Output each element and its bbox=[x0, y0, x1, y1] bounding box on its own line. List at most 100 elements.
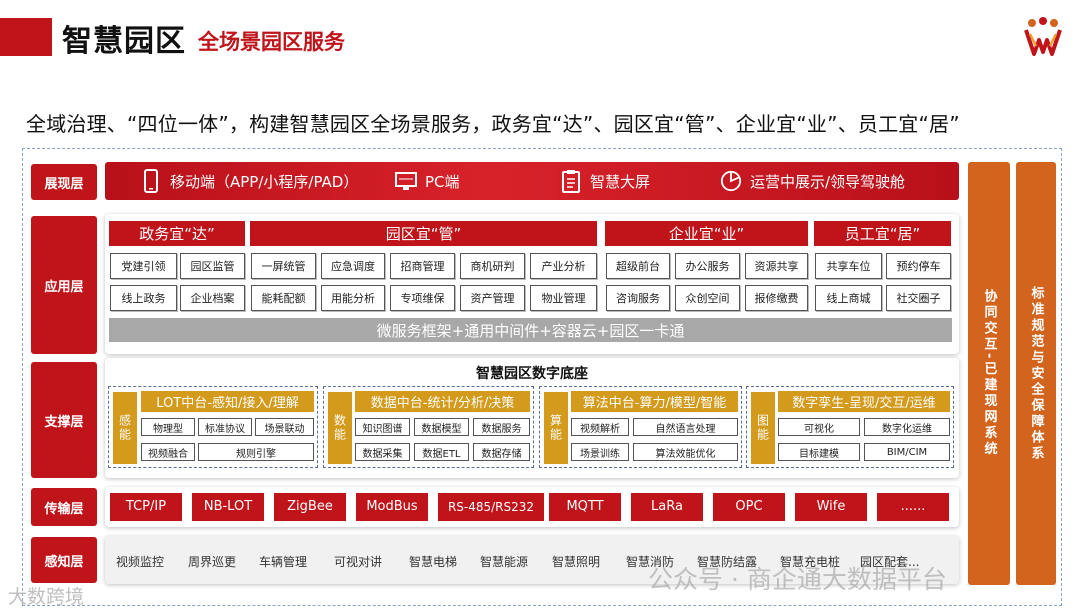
transport-cell: LaRa bbox=[631, 493, 703, 521]
presentation-label: 移动端（APP/小程序/PAD） bbox=[170, 172, 359, 191]
transport-cell: Wife bbox=[795, 493, 867, 521]
page-subtitle: 全场景园区服务 bbox=[198, 30, 345, 54]
support-cell: 数字化运维 bbox=[864, 418, 950, 436]
support-title: 智慧园区数字底座 bbox=[476, 366, 588, 382]
transport-cell: OPC bbox=[713, 493, 785, 521]
layer-label-support: 支撑层 bbox=[31, 362, 97, 478]
support-group-head: 算法中台-算力/模型/智能 bbox=[571, 391, 738, 412]
support-cell: 可视化 bbox=[778, 418, 860, 436]
app-cell: 招商管理 bbox=[390, 253, 455, 279]
app-cell: 能耗配额 bbox=[251, 285, 316, 311]
app-head-enterprise: 企业宜“业” bbox=[605, 221, 808, 246]
middleware-bar: 微服务框架+通用中间件+容器云+园区一卡通 bbox=[109, 318, 952, 342]
mobile-icon bbox=[144, 169, 158, 193]
support-group-head: 数字孪生-呈现/交互/运维 bbox=[778, 391, 950, 412]
app-cell: 预约停车 bbox=[886, 253, 951, 279]
watermark-official-account: 公众号 · 商企通大数据平台 bbox=[648, 565, 947, 594]
app-cell: 一屏统管 bbox=[251, 253, 316, 279]
perception-item: 视频监控 bbox=[116, 555, 165, 569]
support-cell: 数据模型 bbox=[414, 418, 469, 436]
transport-cell: ZigBee bbox=[274, 493, 346, 521]
app-cell: 专项维保 bbox=[390, 285, 455, 311]
watermark-brand: 大数跨境 bbox=[8, 586, 85, 608]
support-tag: 感能 bbox=[113, 392, 137, 464]
perception-item: 智慧照明 bbox=[552, 555, 601, 569]
presentation-item-pc: PC端 bbox=[395, 169, 460, 193]
support-cell: 算法效能优化 bbox=[633, 443, 738, 461]
support-group-head: LOT中台-感知/接入/理解 bbox=[141, 391, 314, 412]
app-head-park: 园区宜“管” bbox=[250, 221, 597, 246]
transport-cell: MQTT bbox=[549, 493, 621, 521]
transport-cell: ModBus bbox=[356, 493, 428, 521]
layer-label-perception: 感知层 bbox=[31, 537, 97, 583]
monitor-icon bbox=[395, 172, 417, 190]
pie-chart-icon bbox=[720, 170, 742, 192]
transport-cell: ...... bbox=[877, 493, 949, 521]
support-cell: 规则引擎 bbox=[198, 443, 314, 461]
app-cell: 园区监管 bbox=[180, 253, 245, 279]
support-cell: 自然语言处理 bbox=[633, 418, 738, 436]
presentation-bar: 移动端（APP/小程序/PAD） PC端 智慧大屏 运营中展示/领导驾驶舱 bbox=[105, 162, 959, 200]
standards-security-bar: 标准规范与安全保障体系 bbox=[1016, 162, 1056, 585]
app-cell: 线上政务 bbox=[110, 285, 177, 311]
support-cell: 场景联动 bbox=[255, 418, 314, 436]
layer-label-transport: 传输层 bbox=[31, 488, 97, 526]
support-cell: 标准协议 bbox=[198, 418, 252, 436]
perception-item: 智慧能源 bbox=[480, 555, 529, 569]
support-cell: 数据采集 bbox=[355, 443, 410, 461]
perception-item: 可视对讲 bbox=[334, 555, 383, 569]
support-cell: 视频解析 bbox=[571, 418, 629, 436]
support-cell: 场景训练 bbox=[571, 443, 629, 461]
layer-label-application: 应用层 bbox=[31, 216, 97, 354]
support-tag: 数能 bbox=[328, 392, 352, 464]
presentation-label: 运营中展示/领导驾驶舱 bbox=[750, 172, 906, 191]
perception-item: 周界巡更 bbox=[188, 555, 237, 569]
presentation-label: PC端 bbox=[425, 172, 460, 191]
app-head-employee: 员工宜“居” bbox=[814, 221, 951, 246]
app-cell: 企业档案 bbox=[180, 285, 245, 311]
app-cell: 物业管理 bbox=[530, 285, 597, 311]
app-cell: 商机研判 bbox=[460, 253, 525, 279]
header-accent-block bbox=[0, 18, 52, 56]
support-cell: 知识图谱 bbox=[355, 418, 410, 436]
support-cell: 视频融合 bbox=[141, 443, 195, 461]
support-cell: 数据存储 bbox=[473, 443, 530, 461]
support-cell: 目标建模 bbox=[778, 443, 860, 461]
app-cell: 党建引领 bbox=[110, 253, 177, 279]
layer-label-presentation: 展现层 bbox=[31, 164, 97, 200]
presentation-item-cockpit: 运营中展示/领导驾驶舱 bbox=[720, 169, 905, 193]
perception-item: 智慧电梯 bbox=[409, 555, 458, 569]
app-cell: 超级前台 bbox=[606, 253, 670, 279]
app-cell: 线上商城 bbox=[815, 285, 882, 311]
app-cell: 众创空间 bbox=[675, 285, 740, 311]
transport-cell: NB-LOT bbox=[192, 493, 264, 521]
clipboard-icon bbox=[562, 170, 580, 193]
support-cell: BIM/CIM bbox=[864, 443, 950, 461]
app-cell: 用能分析 bbox=[321, 285, 385, 311]
support-cell: 物理型 bbox=[141, 418, 195, 436]
app-cell: 应急调度 bbox=[321, 253, 385, 279]
app-cell: 办公服务 bbox=[675, 253, 740, 279]
app-cell: 资源共享 bbox=[745, 253, 808, 279]
app-head-gov: 政务宜“达” bbox=[109, 221, 245, 246]
perception-item: 车辆管理 bbox=[259, 555, 308, 569]
page-title: 智慧园区 bbox=[62, 24, 186, 59]
presentation-item-mobile: 移动端（APP/小程序/PAD） bbox=[140, 169, 358, 193]
collaboration-bar: 协同交互-已建现网系统 bbox=[968, 162, 1010, 585]
transport-cell: TCP/IP bbox=[110, 493, 182, 521]
app-cell: 共享车位 bbox=[815, 253, 882, 279]
support-cell: 数据服务 bbox=[473, 418, 530, 436]
support-cell: 数据ETL bbox=[414, 443, 469, 461]
tagline: 全域治理、“四位一体”，构建智慧园区全场景服务，政务宜“达”、园区宜“管”、企业… bbox=[26, 112, 960, 136]
app-cell: 报修缴费 bbox=[745, 285, 808, 311]
support-tag: 算能 bbox=[544, 392, 568, 464]
presentation-item-bigscreen: 智慧大屏 bbox=[560, 169, 650, 193]
collaboration-bar-label: 协同交互-已建现网系统 bbox=[981, 289, 997, 458]
presentation-label: 智慧大屏 bbox=[590, 172, 651, 191]
support-tag: 图能 bbox=[751, 392, 775, 464]
standards-security-bar-label: 标准规范与安全保障体系 bbox=[1028, 285, 1044, 462]
brand-logo-icon bbox=[1024, 17, 1062, 56]
app-cell: 资产管理 bbox=[460, 285, 525, 311]
app-cell: 咨询服务 bbox=[606, 285, 670, 311]
transport-cell: RS-485/RS232 bbox=[438, 493, 544, 521]
